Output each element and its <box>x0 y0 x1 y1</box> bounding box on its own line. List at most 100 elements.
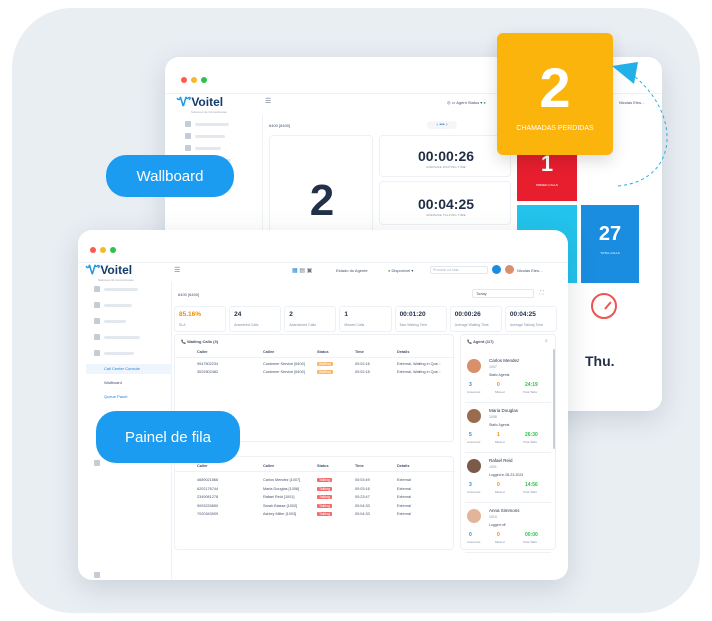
table-cell: External <box>397 503 411 508</box>
column-header[interactable]: Callee <box>263 350 274 354</box>
logo: ᏉVoitel <box>86 263 133 277</box>
agent-queue: Static Agents <box>489 373 510 377</box>
table-row[interactable]: 6202176744 Maria Douglas [1008] Talking 00:… <box>175 486 455 495</box>
nav-icon[interactable] <box>94 350 100 356</box>
agent-stat-label: Total Talks <box>523 390 537 394</box>
table-row[interactable]: 9047502234 Customer Service [6400] Waiting… <box>175 361 455 369</box>
queue-select[interactable]: 6400 [6400] <box>269 123 290 128</box>
table-cell: External <box>397 512 411 516</box>
nav-icon[interactable] <box>94 572 100 578</box>
table-cell: Ashley Miller [1003] <box>263 512 297 516</box>
estado-dropdown[interactable]: Estado do Agente <box>336 268 368 273</box>
column-header[interactable]: Details <box>397 350 409 354</box>
table-cell: 6202176744 <box>197 486 219 491</box>
table-cell: Sarah Blasse [1002] <box>263 503 298 508</box>
nav-icon[interactable] <box>94 460 100 466</box>
minimize-dot[interactable] <box>191 77 197 83</box>
stat-value: 85.16% <box>179 311 202 318</box>
avatar[interactable] <box>505 265 514 274</box>
table-row[interactable]: 2349081278 Rafael Reid [1001] Talking 00:23… <box>175 494 455 503</box>
stat-value: 00:01:20 <box>399 311 426 318</box>
table-cell: 00:02:16 <box>355 362 370 366</box>
fullscreen-icon[interactable]: ⛶ <box>540 290 544 296</box>
nav-icon[interactable] <box>185 133 191 139</box>
table-cell: External, Waiting in Que... <box>397 362 441 366</box>
agent-queue: Static Agents <box>489 423 510 427</box>
stat-card: 00:04:25 Average Talking Time <box>504 306 557 332</box>
agents-scrollbar[interactable] <box>553 349 555 449</box>
table-cell: 2349081278 <box>197 495 219 499</box>
nav-icon[interactable] <box>185 121 191 127</box>
queue-select[interactable]: 6400 [6400] <box>178 292 199 297</box>
column-header[interactable]: Callee <box>263 464 274 468</box>
user-name[interactable]: Nicolas Eleu... <box>517 268 543 273</box>
nav-icon[interactable] <box>94 318 100 324</box>
agent-card[interactable]: Maria Douglas 1008 Static Agents 5 Answered 1… <box>465 405 551 453</box>
agent-card[interactable]: Rafael Reid 1001 Logged in 08-23-2023 3 Answ… <box>465 455 551 503</box>
table-row[interactable]: 4689021866 Carlos Mendez [1007] Talking 00:… <box>175 477 455 486</box>
agent-card[interactable]: Anna Simmons 1010 Logged off 0 Answered 0 Miss… <box>465 505 551 553</box>
status-badge: Talking <box>317 486 332 491</box>
maximize-dot[interactable] <box>110 247 116 253</box>
table-row[interactable]: 7020343909 Ashley Miller [1003] Talking 00:… <box>175 511 455 520</box>
curved-arrow-icon <box>612 62 668 187</box>
table-cell: 9093233650 <box>197 503 219 508</box>
close-dot[interactable] <box>181 77 187 83</box>
table-cell: Customer Service [6400] <box>263 370 305 374</box>
close-dot[interactable] <box>90 247 96 253</box>
table-cell: External <box>397 486 411 491</box>
stat-card: 00:00:26 Average Waiting Time <box>449 306 502 332</box>
column-header[interactable]: Status <box>317 350 329 354</box>
queue-panel-window: ᏉVoitel Solucoes de Comunicacao ☰ ▦ ▤ ▣ … <box>78 230 568 580</box>
agent-stat-label: Answered <box>467 540 481 544</box>
status-badge: Talking <box>317 503 332 508</box>
range-select[interactable]: Today <box>472 289 534 298</box>
agent-card[interactable]: Carlos Mendez 1007 Static Agents 3 Answered 0… <box>465 355 551 403</box>
status-badge: Talking <box>317 512 332 516</box>
agent-queue: Logged in 08-23-2023 <box>489 473 524 477</box>
logo-tagline: Solucoes de Comunicacao <box>191 110 227 114</box>
column-header[interactable]: Caller <box>197 464 208 468</box>
agent-stat-label: Answered <box>467 390 481 394</box>
table-row[interactable]: 3029302482 Customer Service [6400] Waiting… <box>175 369 455 377</box>
total-calls-tile: 27 TOTAL CALLS <box>581 205 639 283</box>
layout-icons[interactable]: ▦ ▤ ▣ <box>292 267 312 274</box>
maximize-dot[interactable] <box>201 77 207 83</box>
agent-status-dropdown[interactable]: ◎ ▭ Agent Status ▾ ● <box>447 100 486 105</box>
agent-stat-value: 1 <box>497 432 500 438</box>
stat-card: 2 Abandoned Calls <box>284 306 337 332</box>
page-indicator[interactable]: ‹ ••• › <box>427 121 457 129</box>
agent-stat-label: Missed <box>495 440 505 444</box>
disponivel-dropdown[interactable]: ● Disponível ▾ <box>388 268 413 273</box>
nav-icon[interactable] <box>185 145 191 151</box>
nav-icon[interactable] <box>94 302 100 308</box>
search-input[interactable]: Procurar na lista <box>430 266 488 274</box>
talking-calls-panel: Caller Callee Status Time Details 4689021866 C… <box>174 456 455 550</box>
stat-label: Abandoned Calls <box>289 323 316 327</box>
window-controls <box>181 77 207 83</box>
column-header[interactable]: Status <box>317 464 329 468</box>
phone-button[interactable] <box>492 265 501 274</box>
agent-name: Anna Simmons <box>489 508 520 513</box>
window-controls <box>90 247 116 253</box>
agents-search-icon[interactable]: ⌕ <box>545 338 548 344</box>
stat-value: 00:00:26 <box>454 311 481 318</box>
logo: ᏉVoitel <box>177 95 224 109</box>
avg-wait-card: 00:00:26 AVERAGE WAITING TIME <box>379 135 511 177</box>
column-header[interactable]: Caller <box>197 350 208 354</box>
sidebar-item-call-center[interactable]: Call Center Console <box>86 364 172 374</box>
nav-icon[interactable] <box>94 334 100 340</box>
sidebar-sub-queue-panel[interactable]: Queue Panel <box>104 394 127 399</box>
agent-ext: 1001 <box>489 465 497 469</box>
column-header[interactable]: Details <box>397 464 409 468</box>
sidebar-sub-wallboard[interactable]: Wallboard <box>104 380 122 385</box>
column-header[interactable]: Time <box>355 464 364 468</box>
nav-icon[interactable] <box>94 286 100 292</box>
minimize-dot[interactable] <box>100 247 106 253</box>
table-row[interactable]: 9093233650 Sarah Blasse [1002] Talking 00:0… <box>175 503 455 512</box>
agent-stat-value: 0 <box>497 532 500 538</box>
menu-icon[interactable]: ☰ <box>265 97 271 105</box>
column-header[interactable]: Time <box>355 350 364 354</box>
agent-stat-label: Answered <box>467 490 481 494</box>
menu-icon[interactable]: ☰ <box>174 266 180 274</box>
